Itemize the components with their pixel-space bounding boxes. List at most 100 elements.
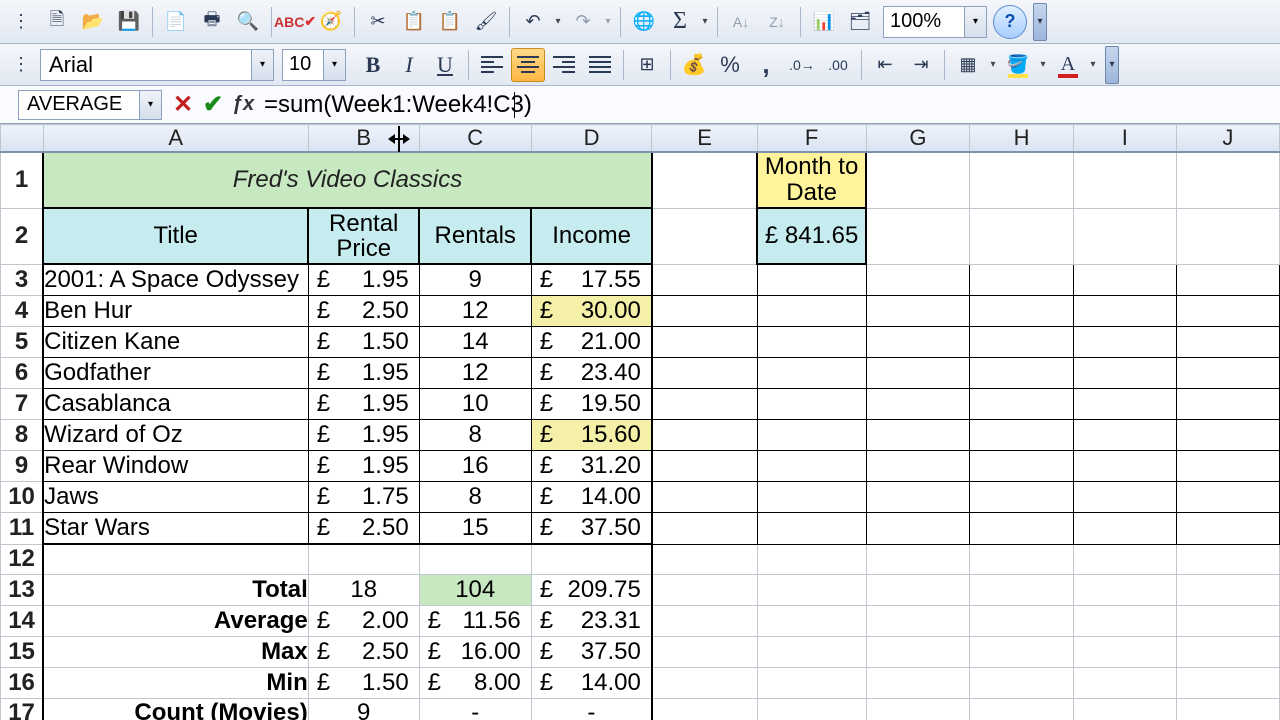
row-header[interactable]: 3 bbox=[1, 264, 44, 296]
cell[interactable] bbox=[1176, 296, 1279, 327]
formula-input[interactable]: =sum(Week1:Week4!C3) bbox=[258, 89, 1280, 121]
col-header[interactable]: H bbox=[970, 125, 1074, 153]
cell[interactable] bbox=[757, 420, 866, 451]
cell[interactable] bbox=[419, 544, 531, 574]
help-button[interactable]: ? bbox=[993, 5, 1027, 39]
align-center-button[interactable] bbox=[511, 48, 545, 82]
spellcheck-button[interactable]: ABC✔ bbox=[278, 5, 312, 39]
cell[interactable] bbox=[1176, 327, 1279, 358]
hyperlink-button[interactable]: 🌐 bbox=[627, 5, 661, 39]
row-header[interactable]: 11 bbox=[1, 513, 44, 545]
cell[interactable]: 12 bbox=[419, 358, 531, 389]
font-color-button[interactable]: A bbox=[1051, 48, 1085, 82]
cell[interactable] bbox=[757, 389, 866, 420]
borders-button[interactable]: ▦ bbox=[951, 48, 985, 82]
name-box-dropdown[interactable]: ▾ bbox=[139, 91, 161, 119]
col-header[interactable]: F bbox=[757, 125, 866, 153]
col-header[interactable]: J bbox=[1176, 125, 1279, 153]
col-header[interactable]: G bbox=[866, 125, 970, 153]
cell[interactable] bbox=[866, 264, 970, 296]
cell[interactable]: £2.00 bbox=[308, 605, 419, 636]
font-size-combo[interactable]: ▾ bbox=[282, 49, 346, 81]
row-header[interactable]: 6 bbox=[1, 358, 44, 389]
row-header[interactable]: 12 bbox=[1, 544, 44, 574]
cell[interactable] bbox=[1176, 451, 1279, 482]
cell[interactable] bbox=[970, 327, 1074, 358]
sum-dropdown[interactable]: ▾ bbox=[699, 16, 711, 27]
cell[interactable] bbox=[970, 698, 1074, 720]
cell[interactable] bbox=[1176, 544, 1279, 574]
cell[interactable]: 16 bbox=[419, 451, 531, 482]
cell[interactable] bbox=[866, 389, 970, 420]
font-name-input[interactable] bbox=[41, 50, 251, 80]
cell[interactable]: £15.60 bbox=[531, 420, 652, 451]
cell[interactable] bbox=[970, 574, 1074, 605]
cell[interactable] bbox=[757, 574, 866, 605]
font-size-input[interactable] bbox=[283, 51, 323, 78]
cell[interactable] bbox=[1073, 208, 1176, 264]
cell[interactable]: Star Wars bbox=[43, 513, 308, 545]
cell[interactable] bbox=[757, 513, 866, 545]
new-doc-button[interactable]: 🗎 bbox=[40, 5, 74, 39]
decrease-indent-button[interactable]: ⇤ bbox=[868, 48, 902, 82]
cell[interactable]: £17.55 bbox=[531, 264, 652, 296]
cell[interactable] bbox=[866, 420, 970, 451]
cell[interactable] bbox=[652, 327, 757, 358]
cell[interactable] bbox=[757, 605, 866, 636]
cell[interactable]: £1.50 bbox=[308, 667, 419, 698]
cell[interactable] bbox=[1073, 358, 1176, 389]
redo-dropdown[interactable]: ▾ bbox=[602, 16, 614, 27]
cell[interactable] bbox=[652, 605, 757, 636]
cell[interactable] bbox=[1073, 152, 1176, 208]
cell[interactable]: 12 bbox=[419, 296, 531, 327]
copy-button[interactable]: 📋 bbox=[397, 5, 431, 39]
sort-asc-button[interactable]: A↓ bbox=[724, 5, 758, 39]
cell[interactable] bbox=[757, 451, 866, 482]
cell[interactable] bbox=[531, 544, 652, 574]
cell[interactable] bbox=[652, 636, 757, 667]
cell[interactable] bbox=[652, 420, 757, 451]
undo-dropdown[interactable]: ▾ bbox=[552, 16, 564, 27]
cell[interactable] bbox=[866, 544, 970, 574]
cell[interactable] bbox=[1073, 451, 1176, 482]
toolbar-overflow[interactable]: ▾ bbox=[1033, 3, 1047, 41]
cell[interactable] bbox=[866, 208, 970, 264]
borders-dropdown[interactable]: ▾ bbox=[987, 59, 999, 70]
cell[interactable]: £8.00 bbox=[419, 667, 531, 698]
function-wizard-button[interactable]: ƒx bbox=[228, 90, 258, 120]
cell[interactable]: £1.95 bbox=[308, 264, 419, 296]
cell[interactable] bbox=[1176, 667, 1279, 698]
cell[interactable]: £1.50 bbox=[308, 327, 419, 358]
cell[interactable] bbox=[1073, 420, 1176, 451]
cell[interactable] bbox=[652, 264, 757, 296]
accept-button[interactable]: ✔ bbox=[198, 90, 228, 120]
cell[interactable] bbox=[652, 574, 757, 605]
save-button[interactable]: 💾 bbox=[112, 5, 146, 39]
cell[interactable] bbox=[757, 698, 866, 720]
cell[interactable]: £1.95 bbox=[308, 451, 419, 482]
increase-indent-button[interactable]: ⇥ bbox=[904, 48, 938, 82]
cell[interactable] bbox=[652, 513, 757, 545]
currency-button[interactable]: 💰 bbox=[677, 48, 711, 82]
row-header[interactable]: 10 bbox=[1, 482, 44, 513]
cell[interactable] bbox=[1073, 389, 1176, 420]
open-button[interactable]: 📂 bbox=[76, 5, 110, 39]
cell[interactable] bbox=[652, 482, 757, 513]
cell[interactable]: £23.31 bbox=[531, 605, 652, 636]
cell[interactable] bbox=[308, 544, 419, 574]
cell[interactable] bbox=[1073, 667, 1176, 698]
name-box[interactable]: ▾ bbox=[18, 90, 162, 120]
cell[interactable] bbox=[866, 513, 970, 545]
cell[interactable]: 8 bbox=[419, 420, 531, 451]
cell[interactable]: £1.95 bbox=[308, 389, 419, 420]
cell[interactable]: Godfather bbox=[43, 358, 308, 389]
row-header[interactable]: 5 bbox=[1, 327, 44, 358]
cell[interactable]: - bbox=[419, 698, 531, 720]
cell[interactable]: 18 bbox=[308, 574, 419, 605]
cell[interactable] bbox=[757, 327, 866, 358]
cell[interactable] bbox=[1073, 513, 1176, 545]
stat-label[interactable]: Total bbox=[43, 574, 308, 605]
cell[interactable]: £37.50 bbox=[531, 636, 652, 667]
cell[interactable] bbox=[43, 544, 308, 574]
cell[interactable] bbox=[1176, 420, 1279, 451]
